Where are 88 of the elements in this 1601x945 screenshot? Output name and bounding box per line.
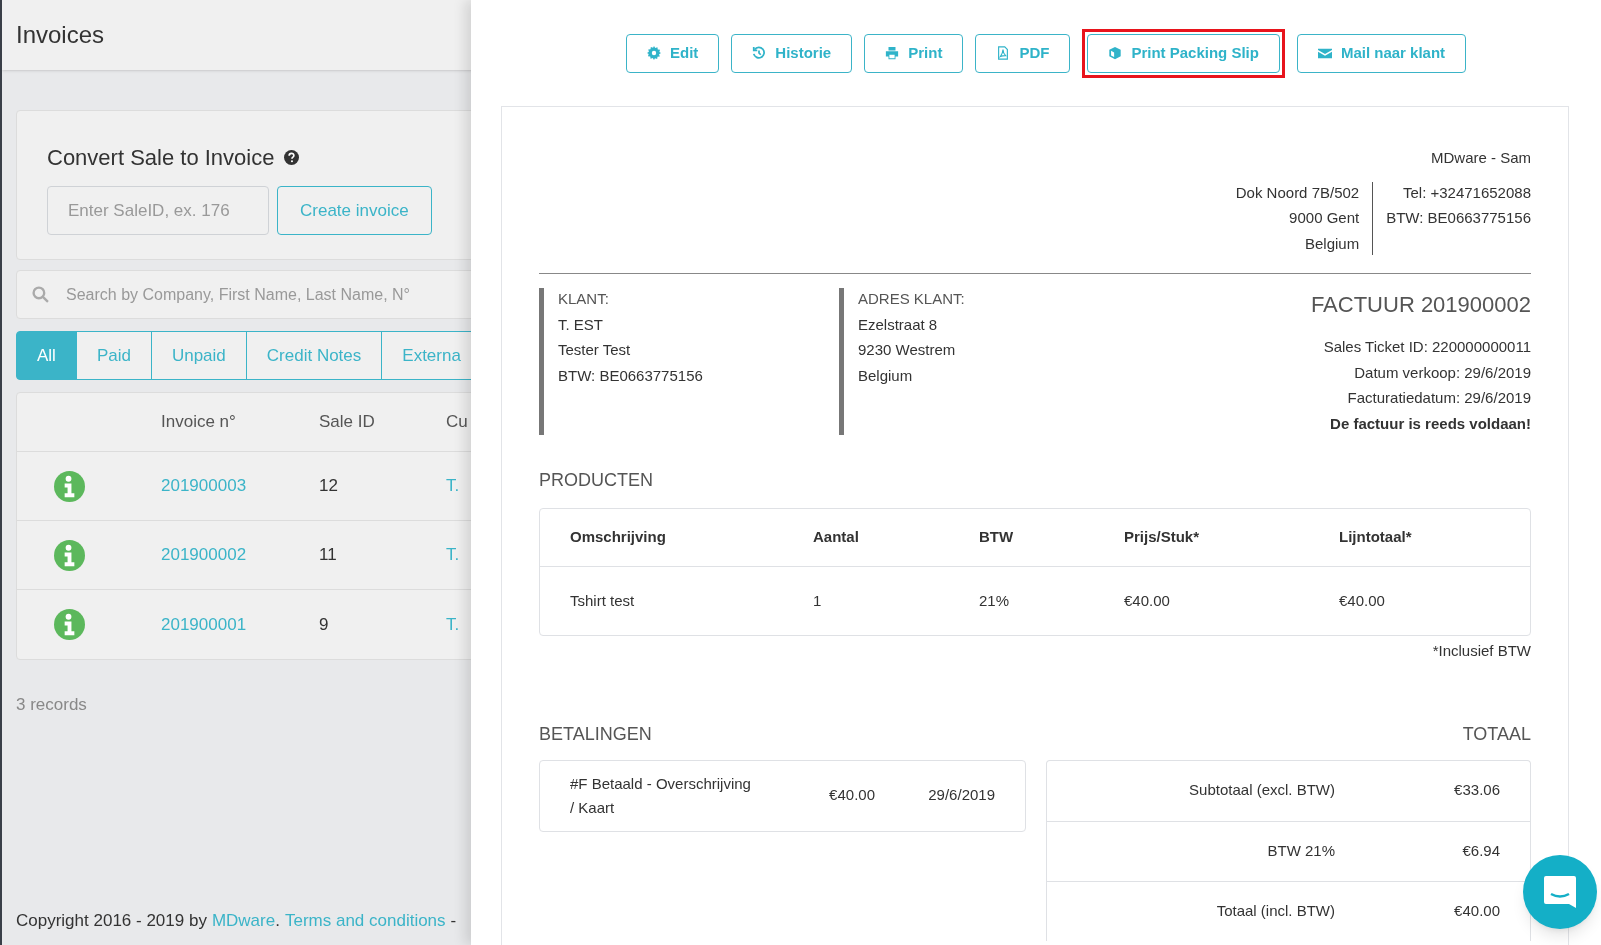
- printer-icon: [885, 46, 900, 60]
- section-heading: BETALINGEN: [539, 722, 652, 746]
- cube-icon: [1108, 46, 1123, 60]
- client-label: KLANT:: [558, 289, 610, 309]
- toolbar-button[interactable]: Mail naar klant: [1296, 33, 1467, 73]
- filter-tab[interactable]: Externa: [381, 331, 471, 380]
- column-header: Prijs/Stuk*: [1124, 528, 1200, 546]
- total-label: Totaal (incl. BTW): [1215, 900, 1335, 921]
- table-cell: 21%: [979, 591, 1010, 609]
- customer-link[interactable]: T.: [446, 476, 460, 496]
- envelope-icon: [1317, 46, 1332, 60]
- invoice-title: FACTUUR 201900002: [1310, 291, 1531, 319]
- column-header: Invoice n°: [161, 412, 236, 432]
- address-line: Belgium: [1304, 233, 1360, 254]
- payment-description: #F Betaald - Overschrijving / Kaart: [570, 773, 752, 818]
- table-cell: €40.00: [1339, 591, 1385, 609]
- invoice-meta: Sales Ticket ID: 220000000011: [1323, 337, 1531, 357]
- toolbar-button[interactable]: Historie: [731, 33, 853, 73]
- column-header: Lijntotaal*: [1339, 528, 1412, 546]
- filter-tab[interactable]: Paid: [75, 331, 152, 380]
- payment-amount: €40.00: [828, 785, 875, 806]
- company-name: MDware - Sam: [1431, 148, 1531, 168]
- table-cell: €40.00: [1124, 591, 1170, 609]
- customer-link[interactable]: T.: [446, 614, 460, 634]
- client-address-line: Ezelstraat 8: [858, 314, 939, 335]
- payment-date: 29/6/2019: [927, 785, 995, 806]
- copyright-text: Copyright 2016 - 2019 by: [16, 909, 207, 932]
- toolbar-button[interactable]: PDF: [975, 33, 1071, 73]
- search-field[interactable]: Search by Company, First Name, Last Name, N°: [16, 270, 471, 319]
- table-cell: Tshirt test: [570, 591, 635, 609]
- gear-icon: [647, 46, 661, 60]
- page-title: Invoices: [16, 20, 105, 50]
- total-label: BTW 21%: [1266, 840, 1335, 861]
- client-line: T. EST: [558, 314, 604, 335]
- total-value: €6.94: [1461, 840, 1500, 861]
- column-header: BTW: [979, 528, 1014, 546]
- sale-id-field[interactable]: Enter SaleID, ex. 176: [47, 186, 269, 235]
- filter-tab[interactable]: All: [16, 331, 77, 380]
- client-address-line: 9230 Westrem: [858, 340, 957, 360]
- help-icon: [284, 150, 300, 165]
- filter-tab[interactable]: Unpaid: [150, 331, 247, 380]
- table-cell: 12: [319, 476, 338, 496]
- column-header: Omschrijving: [570, 528, 666, 546]
- card-title: Convert Sale to Invoice: [47, 144, 275, 172]
- client-address-label: ADRES KLANT:: [858, 289, 965, 309]
- filter-tab[interactable]: Credit Notes: [245, 331, 383, 380]
- invoice-link[interactable]: 201900002: [161, 545, 247, 565]
- contact-line: BTW: BE0663775156: [1386, 208, 1531, 228]
- footnote: *Inclusief BTW: [1432, 641, 1531, 661]
- contact-line: Tel: +32471652088: [1402, 182, 1531, 203]
- customer-link[interactable]: T.: [446, 545, 460, 565]
- toolbar-button[interactable]: Print: [864, 33, 964, 73]
- total-value: €33.06: [1453, 780, 1500, 801]
- toolbar-button[interactable]: Edit: [626, 33, 720, 73]
- invoice-link[interactable]: 201900001: [161, 614, 247, 634]
- brand-link[interactable]: MDware: [211, 907, 276, 933]
- info-icon: [54, 539, 85, 571]
- total-label: Subtotaal (excl. BTW): [1188, 780, 1335, 801]
- invoice-meta: Facturatiedatum: 29/6/2019: [1347, 388, 1531, 408]
- invoice-meta: Datum verkoop: 29/6/2019: [1354, 362, 1531, 383]
- client-line: BTW: BE0663775156: [558, 365, 704, 386]
- pdf-file-icon: [996, 46, 1011, 60]
- column-header: Aantal: [813, 528, 859, 546]
- total-value: €40.00: [1453, 900, 1500, 921]
- table-cell: 1: [813, 591, 822, 609]
- client-line: Tester Test: [558, 340, 632, 360]
- separator-text: .: [275, 909, 280, 932]
- invoice-link[interactable]: 201900003: [161, 476, 247, 496]
- column-header: Cu: [446, 412, 468, 432]
- record-count: 3 records: [16, 694, 87, 716]
- chat-icon: [1542, 874, 1578, 910]
- separator-text: -: [450, 909, 457, 932]
- section-heading: PRODUCTEN: [539, 469, 653, 492]
- table-cell: 9: [319, 614, 329, 634]
- address-line: 9000 Gent: [1289, 208, 1360, 228]
- toolbar-button[interactable]: Print Packing Slip: [1087, 33, 1280, 73]
- paid-note: De factuur is reeds voldaan!: [1330, 413, 1531, 434]
- section-heading: TOTAAL: [1462, 722, 1531, 746]
- terms-link[interactable]: Terms and conditions: [284, 907, 446, 933]
- history-icon: [752, 46, 767, 60]
- search-icon: [32, 286, 49, 303]
- column-header: Sale ID: [319, 412, 375, 432]
- info-icon: [54, 609, 85, 640]
- table-cell: 11: [319, 545, 337, 565]
- address-line: Dok Noord 7B/502: [1235, 182, 1360, 203]
- client-address-line: Belgium: [858, 365, 914, 386]
- info-icon: [54, 470, 85, 502]
- create-invoice-button[interactable]: Create invoice: [277, 186, 432, 235]
